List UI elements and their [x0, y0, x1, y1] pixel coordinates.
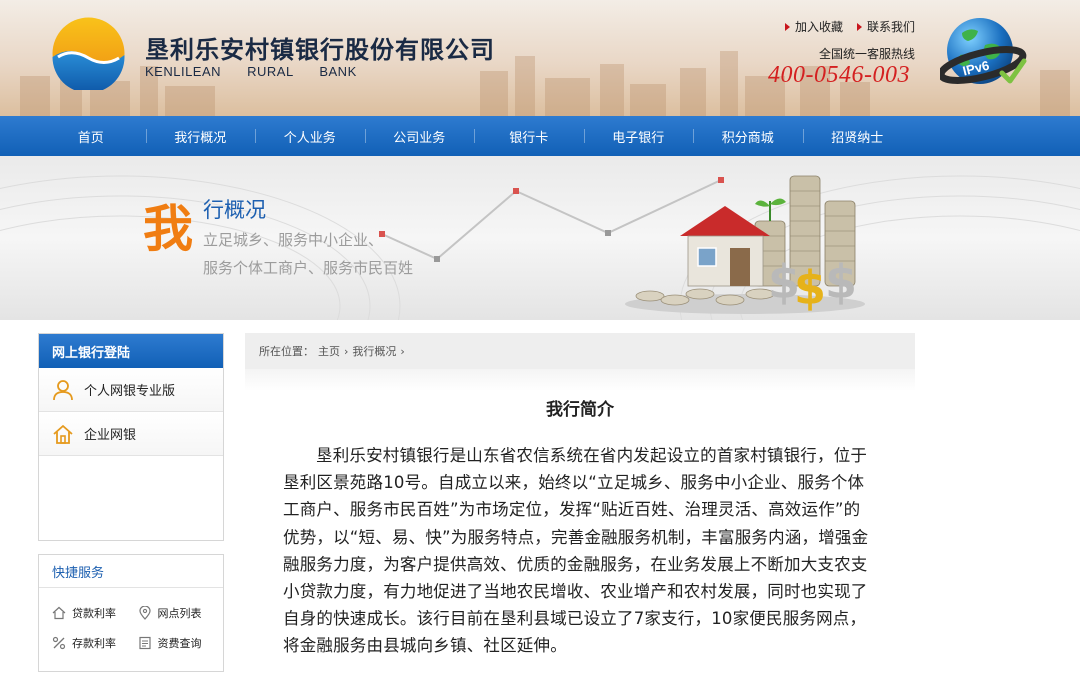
nav-home[interactable]: 首页: [36, 116, 146, 156]
nav-personal[interactable]: 个人业务: [255, 116, 365, 156]
home-icon: [53, 424, 73, 444]
site-header: 垦利乐安村镇银行股份有限公司 KENLILEAN RURAL BANK 加入收藏…: [0, 0, 1080, 116]
house-outline-icon: [52, 606, 66, 620]
hotline-number: 400-0546-003: [768, 62, 910, 88]
add-favorite-label: 加入收藏: [794, 20, 843, 34]
top-links: 加入收藏 联系我们: [784, 18, 915, 35]
breadcrumb-about-link[interactable]: 我行概况: [352, 343, 396, 359]
breadcrumb: 所在位置： 主页 › 我行概况 ›: [245, 333, 915, 369]
page-banner: 我 行概况 立足城乡、服务中小企业、 服务个体工商户、服务市民百姓 $ $ $: [0, 156, 1080, 320]
banner-slogan-1: 立足城乡、服务中小企业、: [203, 231, 384, 249]
nav-corporate[interactable]: 公司业务: [364, 116, 475, 156]
fee-inquiry-link[interactable]: 资费查询: [138, 635, 224, 651]
breadcrumb-shadow: [245, 369, 915, 391]
location-pin-icon: [138, 606, 151, 620]
article-body: 垦利乐安村镇银行是山东省农信系统在省内发起设立的首家村镇银行，位于垦利区景苑路1…: [283, 446, 869, 656]
quick-services-title: 快捷服务: [39, 555, 223, 588]
quick-services-grid: 贷款利率 网点列表 存款利率 资费查询: [39, 588, 223, 671]
corporate-ebank-link[interactable]: 企业网银: [39, 412, 223, 456]
personal-ebank-label: 个人网银专业版: [84, 384, 176, 399]
banner-slogan-2: 服务个体工商户、服务市民百姓: [203, 259, 414, 277]
breadcrumb-prefix: 所在位置：: [259, 345, 314, 358]
online-banking-login-box: 网上银行登陆 个人网银专业版 企业网银: [38, 333, 224, 541]
corporate-ebank-label: 企业网银: [84, 428, 137, 443]
branch-list-link[interactable]: 网点列表: [138, 605, 224, 621]
loan-rate-label: 贷款利率: [72, 607, 116, 620]
triangle-icon: [784, 22, 790, 31]
banner-title: 行概况: [203, 198, 266, 222]
personal-ebank-link[interactable]: 个人网银专业版: [39, 368, 223, 412]
triangle-icon: [856, 22, 862, 31]
svg-text:$: $: [794, 261, 826, 315]
nav-about[interactable]: 我行概况: [145, 116, 256, 156]
bank-name-en: KENLILEAN RURAL BANK: [145, 64, 357, 79]
main-nav: 首页 我行概况 个人业务 公司业务 银行卡 电子银行 积分商城 招贤纳士: [0, 116, 1080, 156]
sidebar: 网上银行登陆 个人网银专业版 企业网银 快捷服务 贷款利率 网点列表 存款利率 …: [38, 333, 224, 672]
nav-careers[interactable]: 招贤纳士: [802, 116, 913, 156]
bank-logo-icon[interactable]: [52, 17, 125, 90]
branch-list-label: 网点列表: [157, 607, 202, 620]
user-icon: [53, 379, 73, 400]
deposit-rate-label: 存款利率: [72, 637, 116, 650]
nav-bank-card[interactable]: 银行卡: [474, 116, 584, 156]
house-coins-illustration: $ $ $: [625, 175, 865, 315]
quick-services-box: 快捷服务 贷款利率 网点列表 存款利率 资费查询: [38, 554, 224, 672]
deposit-rate-link[interactable]: 存款利率: [52, 635, 138, 651]
fee-inquiry-label: 资费查询: [157, 637, 202, 650]
login-box-blank-area: [39, 456, 223, 540]
breadcrumb-separator-icon: ›: [400, 344, 405, 358]
contact-us-link[interactable]: 联系我们: [856, 18, 915, 35]
breadcrumb-home-link[interactable]: 主页: [318, 343, 340, 359]
add-favorite-link[interactable]: 加入收藏: [784, 18, 843, 35]
loan-rate-link[interactable]: 贷款利率: [52, 605, 138, 621]
banner-big-char: 我: [143, 200, 193, 258]
svg-text:$: $: [825, 255, 857, 309]
breadcrumb-separator-icon: ›: [344, 344, 349, 358]
document-icon: [138, 636, 151, 650]
percent-icon: [52, 636, 66, 650]
main-content: 所在位置： 主页 › 我行概况 › 我行简介 垦利乐安村镇银行是山东省农信系统在…: [245, 333, 915, 660]
nav-points-mall[interactable]: 积分商城: [693, 116, 803, 156]
ipv6-globe-icon: IPv6: [940, 18, 1027, 84]
hotline-label: 全国统一客服热线: [818, 47, 915, 61]
login-box-title: 网上银行登陆: [39, 334, 223, 368]
bank-name-cn: 垦利乐安村镇银行股份有限公司: [145, 36, 495, 64]
article-title: 我行简介: [546, 400, 614, 420]
contact-us-label: 联系我们: [866, 20, 915, 34]
nav-e-banking[interactable]: 电子银行: [583, 116, 694, 156]
